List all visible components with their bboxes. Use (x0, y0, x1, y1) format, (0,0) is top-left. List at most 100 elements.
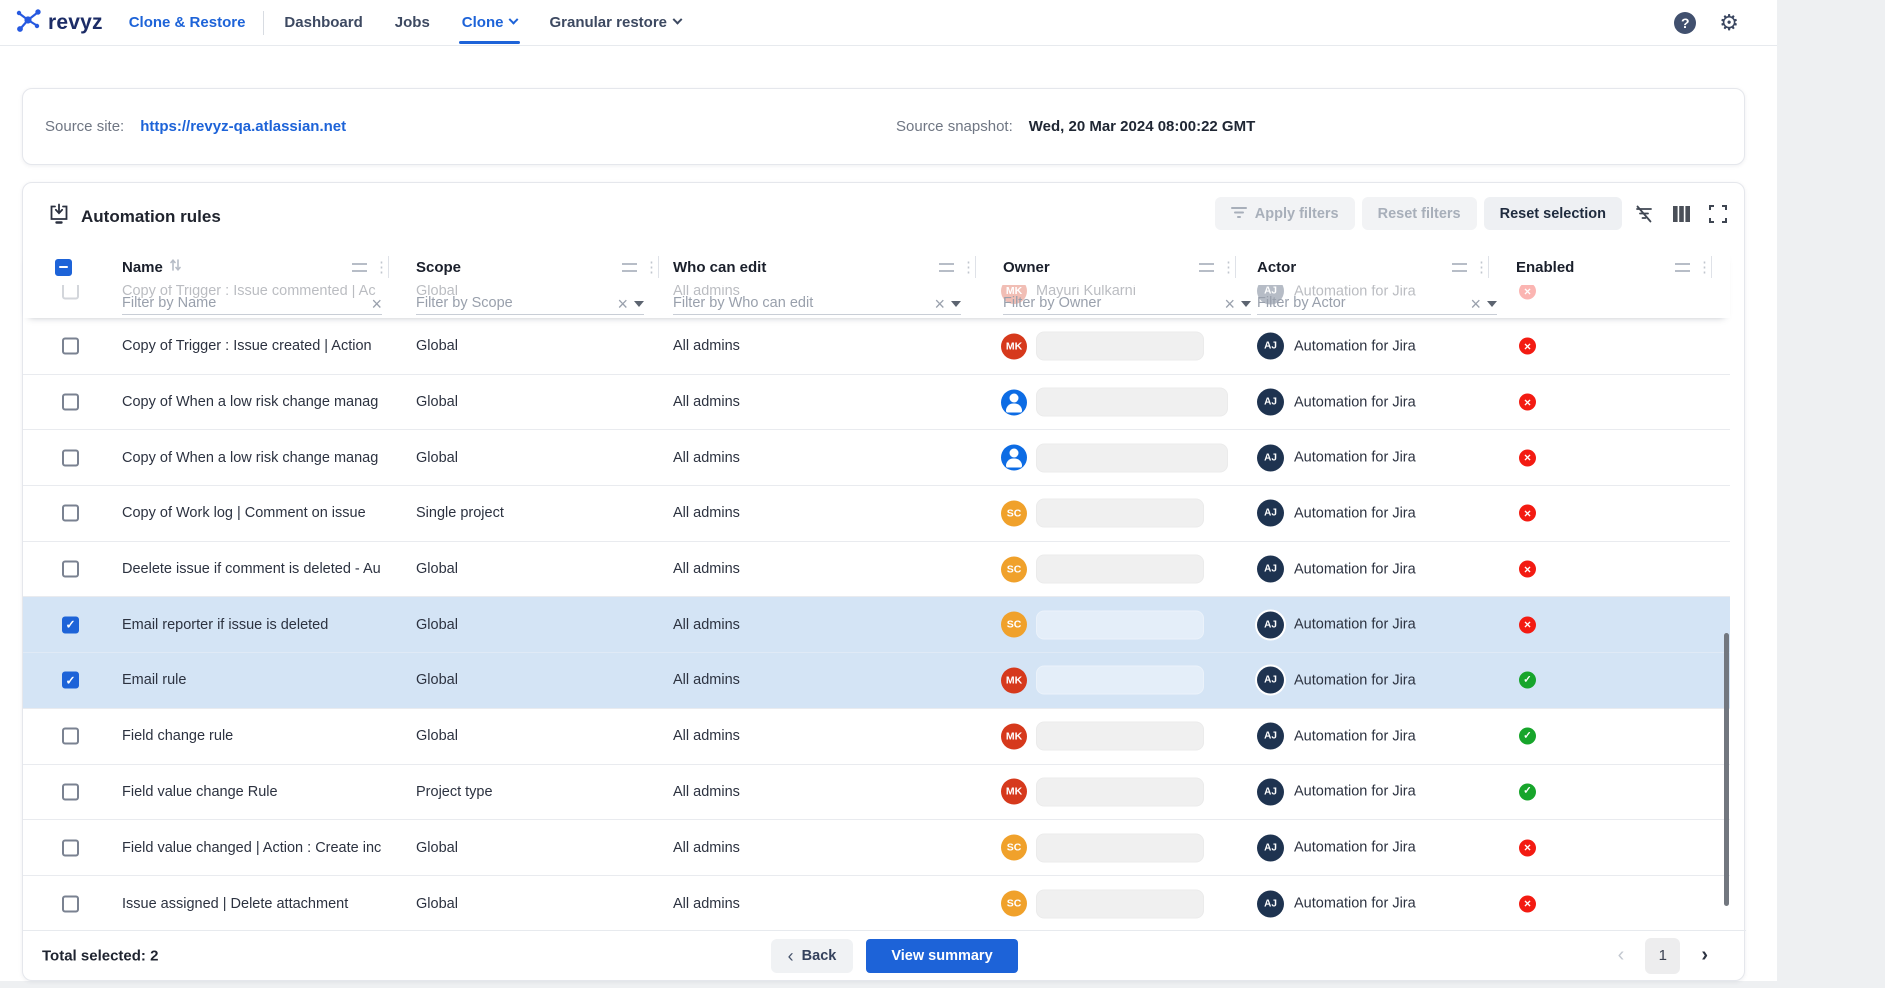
rule-scope: Global (416, 561, 458, 577)
source-snapshot-value: Wed, 20 Mar 2024 08:00:22 GMT (1029, 118, 1256, 135)
table-row[interactable]: Field value change Rule Project type All… (23, 765, 1730, 821)
row-checkbox[interactable] (62, 783, 79, 800)
row-checkbox[interactable] (62, 728, 79, 745)
column-header-enabled[interactable]: Enabled ⋮ (1516, 249, 1712, 285)
clear-filter-icon[interactable]: × (934, 297, 945, 311)
rule-actor: Automation for Jira (1294, 672, 1416, 688)
filter-dropdown-icon[interactable] (1241, 301, 1251, 307)
pager-page-1[interactable]: 1 (1645, 938, 1680, 974)
back-button[interactable]: ‹ Back (771, 939, 853, 973)
column-resize-icon[interactable] (1452, 263, 1467, 272)
table-row[interactable]: Copy of When a low risk change manag Glo… (23, 375, 1730, 431)
clear-filter-icon[interactable]: × (1470, 297, 1481, 311)
column-resize-icon[interactable] (352, 263, 367, 272)
view-summary-button[interactable]: View summary (866, 939, 1018, 973)
nav-item-jobs[interactable]: Jobs (395, 0, 430, 46)
filter-owner-input[interactable] (1003, 295, 1218, 311)
rule-who-can-edit: All admins (673, 672, 740, 688)
filter-dropdown-icon[interactable] (1487, 301, 1497, 307)
enabled-badge: × (1519, 505, 1536, 522)
table-row[interactable]: ✓ Email rule Global All admins MK AJ Aut… (23, 653, 1730, 709)
column-header-scope[interactable]: Scope ⋮ (416, 249, 659, 285)
pager-next-icon[interactable]: › (1701, 944, 1708, 967)
nav-item-clone[interactable]: Clone (462, 0, 518, 46)
row-checkbox[interactable] (62, 394, 79, 411)
gear-icon[interactable]: ⚙ (1719, 12, 1739, 34)
column-header-owner[interactable]: Owner ⋮ (1003, 249, 1236, 285)
row-checkbox[interactable] (62, 839, 79, 856)
filter-off-icon[interactable] (1629, 199, 1659, 229)
row-checkbox[interactable] (62, 895, 79, 912)
nav-item-dashboard[interactable]: Dashboard (284, 0, 362, 46)
table-row[interactable]: Copy of When a low risk change manag Glo… (23, 430, 1730, 486)
column-resize-icon[interactable] (939, 263, 954, 272)
enabled-badge: × (1519, 449, 1536, 466)
clone-export-icon (48, 203, 70, 230)
rule-name: Field change rule (122, 728, 392, 744)
row-checkbox[interactable]: ✓ (62, 672, 79, 689)
total-selected-label: Total selected: 2 (42, 947, 158, 964)
nav-item-granular-restore[interactable]: Granular restore (549, 0, 681, 46)
row-checkbox[interactable]: ✓ (62, 616, 79, 633)
row-checkbox[interactable] (62, 561, 79, 578)
column-header-name[interactable]: Name ⋮ (122, 249, 389, 285)
owner-name-redacted (1036, 610, 1204, 639)
column-menu-icon[interactable]: ⋮ (644, 260, 659, 275)
row-checkbox[interactable] (62, 449, 79, 466)
automation-rules-panel: Automation rules Apply filters Reset fil… (22, 182, 1745, 981)
column-resize-icon[interactable] (1675, 263, 1690, 272)
table-row[interactable]: Field change rule Global All admins MK A… (23, 709, 1730, 765)
vertical-scrollbar[interactable] (1724, 633, 1729, 906)
rule-who-can-edit: All admins (673, 840, 740, 856)
filter-dropdown-icon[interactable] (951, 301, 961, 307)
clear-filter-icon[interactable]: × (617, 297, 628, 311)
sort-icon[interactable] (170, 258, 181, 277)
column-menu-icon[interactable]: ⋮ (1697, 260, 1712, 275)
column-resize-icon[interactable] (622, 263, 637, 272)
filter-who-can-edit-input[interactable] (673, 295, 928, 311)
reset-filters-button[interactable]: Reset filters (1362, 197, 1477, 230)
column-resize-icon[interactable] (1199, 263, 1214, 272)
filter-dropdown-icon[interactable] (634, 301, 644, 307)
owner-avatar: MK (1001, 723, 1027, 749)
source-site-link[interactable]: https://revyz-qa.atlassian.net (140, 118, 346, 135)
column-menu-icon[interactable]: ⋮ (961, 260, 976, 275)
select-all-checkbox[interactable] (55, 259, 72, 276)
filter-name-input[interactable] (122, 295, 365, 311)
rule-who-can-edit: All admins (673, 617, 740, 633)
filter-scope-input[interactable] (416, 295, 611, 311)
column-menu-icon[interactable]: ⋮ (1474, 260, 1489, 275)
chevron-left-icon: ‹ (788, 946, 794, 967)
rule-scope: Global (416, 896, 458, 912)
rule-actor: Automation for Jira (1294, 338, 1416, 354)
apply-filters-button[interactable]: Apply filters (1215, 197, 1355, 230)
brand[interactable]: revyz (13, 5, 103, 40)
column-header-actor[interactable]: Actor ⋮ (1257, 249, 1489, 285)
table-row[interactable]: Copy of Work log | Comment on issue Sing… (23, 486, 1730, 542)
enabled-badge: × (1519, 895, 1536, 912)
column-menu-icon[interactable]: ⋮ (1221, 260, 1236, 275)
rule-who-can-edit: All admins (673, 338, 740, 354)
rule-actor: Automation for Jira (1294, 561, 1416, 577)
column-menu-icon[interactable]: ⋮ (374, 260, 389, 275)
row-checkbox[interactable] (62, 505, 79, 522)
column-header-who-can-edit[interactable]: Who can edit ⋮ (673, 249, 976, 285)
reset-selection-button[interactable]: Reset selection (1484, 197, 1622, 230)
table-row[interactable]: Field value changed | Action : Create in… (23, 820, 1730, 876)
table-row[interactable]: Deelete issue if comment is deleted - Au… (23, 542, 1730, 598)
owner-avatar: MK (1001, 667, 1027, 693)
rule-who-can-edit: All admins (673, 450, 740, 466)
columns-icon[interactable] (1666, 199, 1696, 229)
clear-filter-icon[interactable]: × (1224, 297, 1235, 311)
row-checkbox[interactable] (62, 338, 79, 355)
table-row[interactable]: Copy of Trigger : Issue created | Action… (23, 319, 1730, 375)
table-row[interactable]: ✓ Email reporter if issue is deleted Glo… (23, 597, 1730, 653)
clear-filter-icon[interactable]: × (371, 297, 382, 311)
product-link[interactable]: Clone & Restore (129, 14, 246, 31)
help-icon[interactable]: ? (1674, 12, 1696, 34)
rule-scope: Global (416, 672, 458, 688)
pager-prev-icon[interactable]: ‹ (1618, 944, 1625, 967)
fullscreen-icon[interactable] (1703, 199, 1733, 229)
filter-actor-input[interactable] (1257, 295, 1464, 311)
table-row[interactable]: Issue assigned | Delete attachment Globa… (23, 876, 1730, 932)
